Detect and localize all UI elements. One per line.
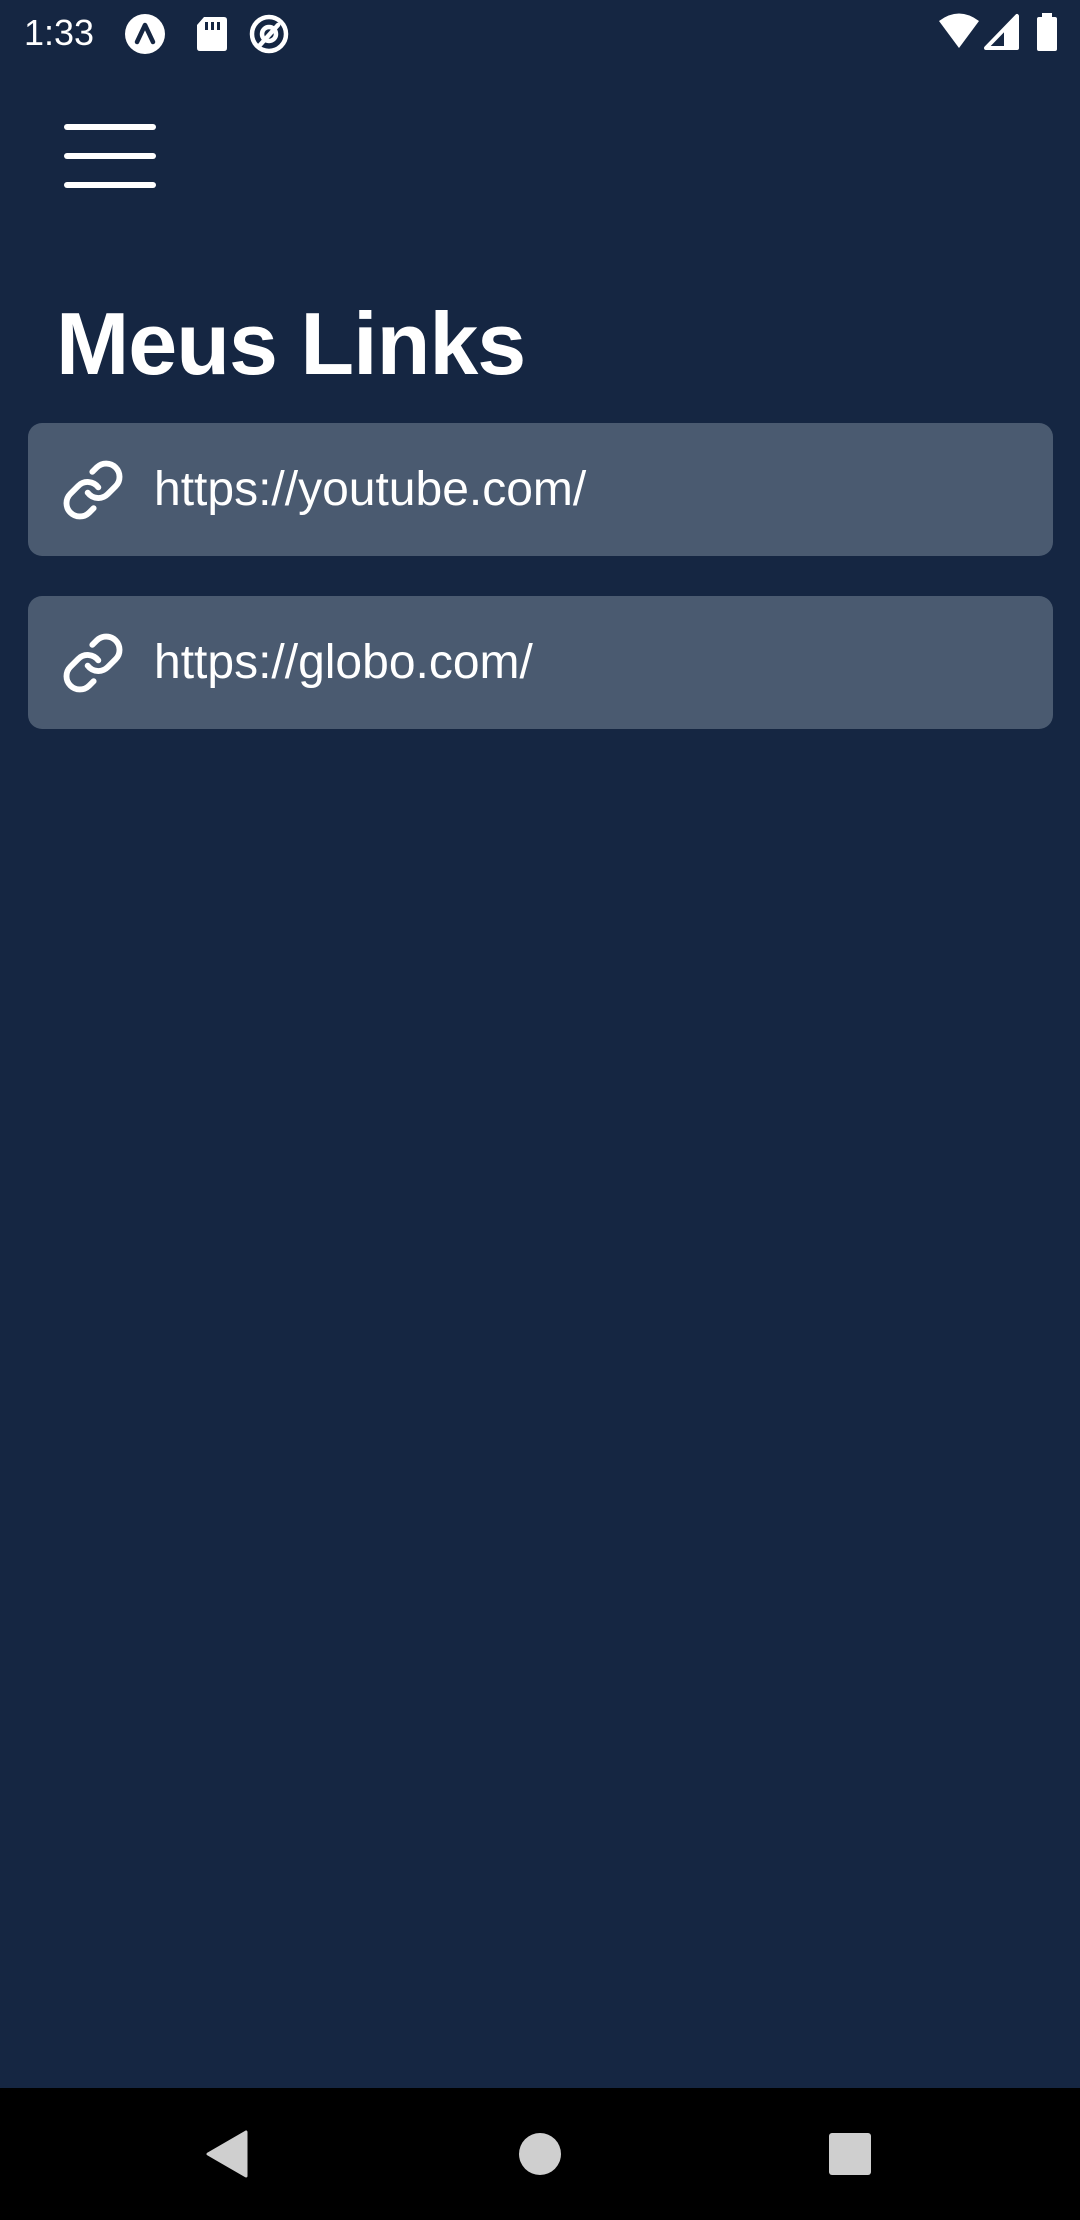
wifi-icon [939, 13, 979, 48]
page-title: Meus Links [56, 294, 526, 393]
cell-signal-icon [984, 14, 1019, 50]
hamburger-menu-icon[interactable] [52, 116, 168, 200]
app-a-icon [125, 14, 165, 54]
battery-icon [1037, 13, 1057, 51]
link-icon [63, 633, 123, 693]
home-icon[interactable] [500, 2114, 580, 2194]
recents-icon[interactable] [810, 2114, 890, 2194]
link-url: https://youtube.com/ [154, 463, 587, 516]
back-icon[interactable] [186, 2114, 266, 2194]
link-item-globo[interactable]: https://globo.com/ [28, 596, 1053, 729]
menu-line [64, 182, 156, 188]
link-url: https://globo.com/ [154, 636, 533, 689]
menu-line [64, 153, 156, 159]
link-icon [63, 460, 123, 520]
sd-card-icon [197, 17, 227, 51]
links-list: https://youtube.com/ https://globo.com/ [28, 423, 1053, 769]
at-sign-icon [249, 14, 289, 54]
status-time: 1:33 [24, 12, 95, 53]
link-item-youtube[interactable]: https://youtube.com/ [28, 423, 1053, 556]
status-bar: 1:33 [0, 0, 1080, 66]
navigation-bar [0, 2088, 1080, 2220]
menu-line [64, 124, 156, 130]
